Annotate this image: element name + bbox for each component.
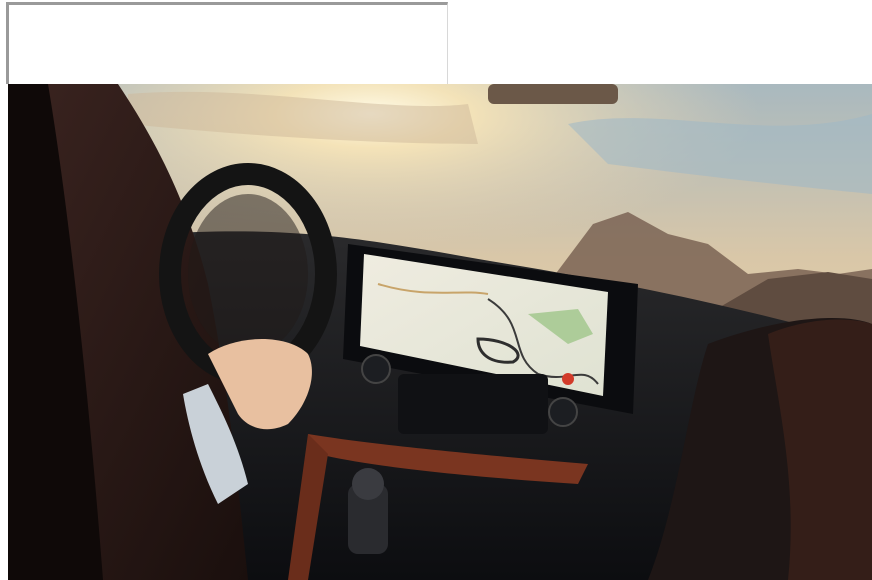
car-interior-photo <box>8 84 872 580</box>
blank-panel <box>6 2 448 84</box>
